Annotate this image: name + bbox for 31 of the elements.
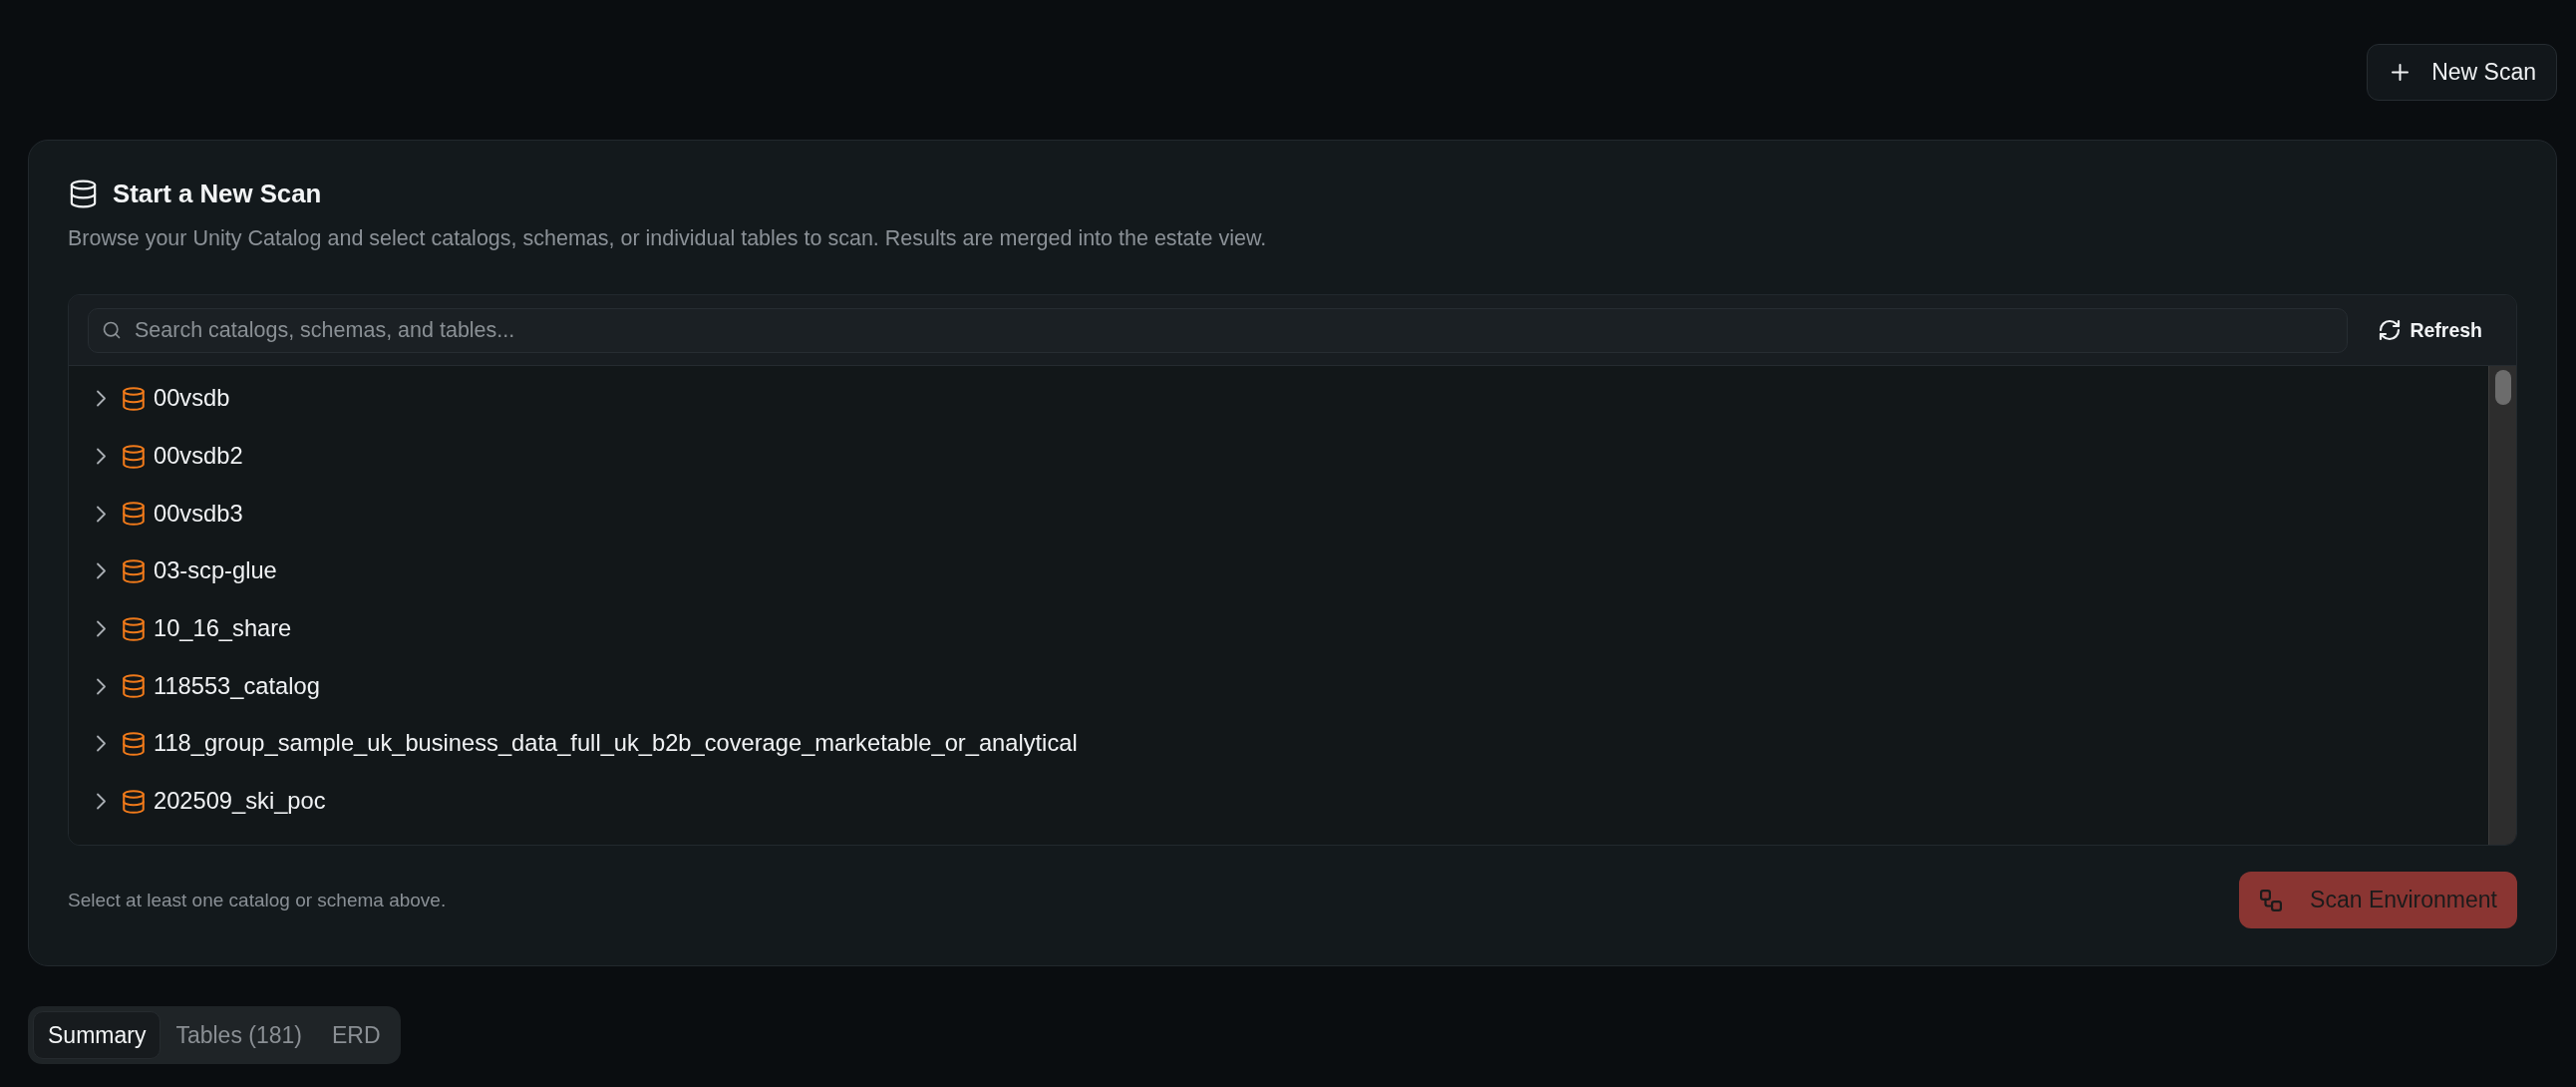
database-icon	[121, 385, 147, 412]
refresh-button[interactable]: Refresh	[2364, 307, 2496, 353]
card-description: Browse your Unity Catalog and select catalogs, schemas, or individual tables to scan. Results are merged into the estate view.	[68, 225, 1267, 252]
scrollbar-thumb[interactable]	[2494, 370, 2511, 405]
database-icon	[121, 615, 147, 642]
database-icon	[68, 178, 99, 209]
plus-icon	[2392, 64, 2410, 81]
database-icon	[121, 788, 147, 815]
catalog-item[interactable]: 202509_ski_poc	[69, 772, 2488, 831]
database-icon	[121, 730, 147, 757]
search-field[interactable]: Search catalogs, schemas, and tables...	[88, 307, 2349, 353]
database-icon	[121, 443, 147, 470]
view-tab[interactable]: Summary	[33, 1011, 161, 1059]
database-icon	[121, 673, 147, 700]
linked-squares-icon	[2260, 889, 2283, 911]
database-icon	[121, 557, 147, 584]
catalog-item[interactable]: 00vsdb2	[69, 427, 2488, 486]
catalog-item[interactable]: 00vsdb3	[69, 485, 2488, 544]
catalog-item[interactable]: 118_group_sample_uk_business_data_full_uk_b2b_coverage_marketable_or_analytical	[69, 715, 2488, 773]
catalog-item[interactable]: 03-scp-glue	[69, 543, 2488, 600]
search-icon	[102, 319, 122, 340]
catalog-item[interactable]: 118553_catalog	[69, 657, 2488, 716]
view-tab[interactable]: Tables (181)	[161, 1011, 317, 1059]
hint-text: Select at least one catalog or schema above.	[68, 889, 447, 911]
catalog-item[interactable]: 10_16_share	[69, 599, 2488, 658]
card-title: Start a New Scan	[113, 179, 322, 208]
refresh-icon	[2378, 318, 2403, 342]
catalog-item[interactable]: 00vsdb	[69, 370, 2488, 428]
view-tab[interactable]: ERD	[317, 1011, 396, 1059]
new-scan-button[interactable]: New Scan	[2367, 44, 2557, 101]
database-icon	[121, 501, 147, 528]
